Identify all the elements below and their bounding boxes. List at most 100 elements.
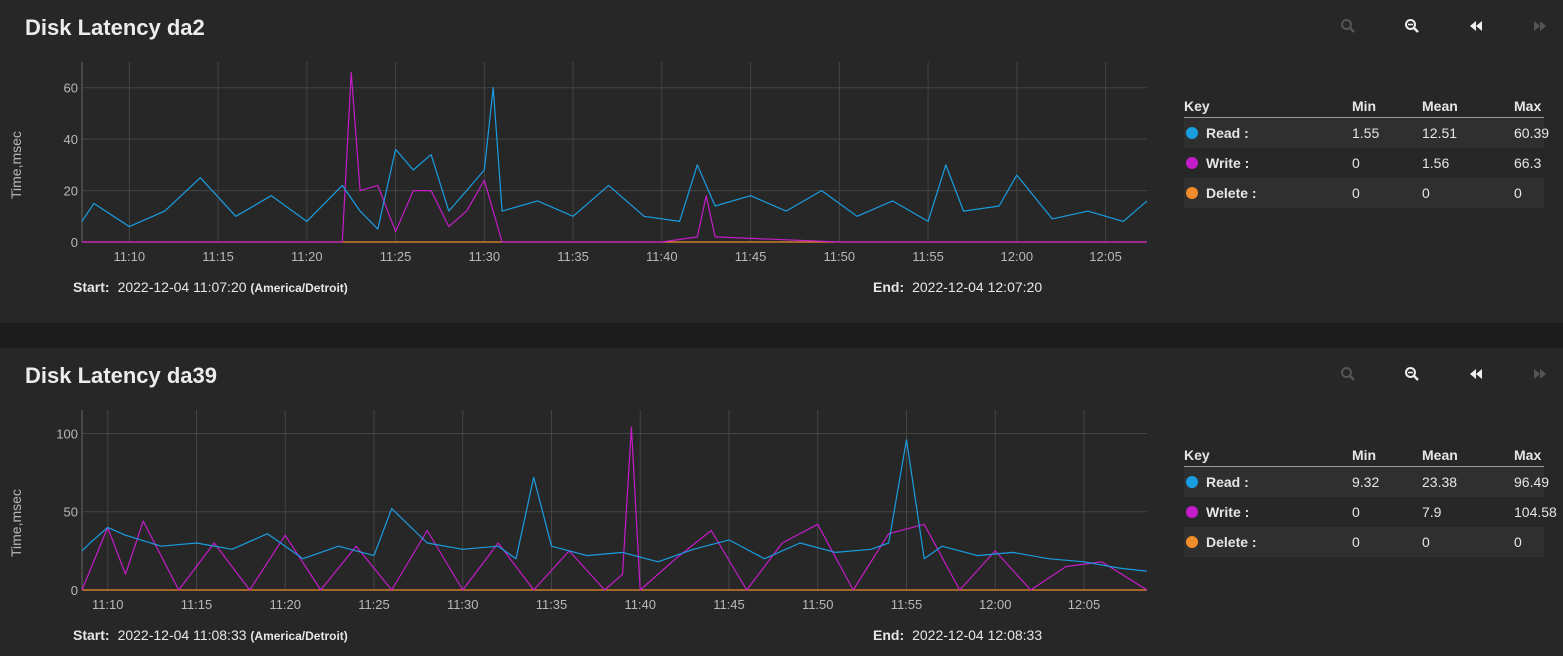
- legend-header-min: Min: [1352, 447, 1377, 463]
- x-tick-label: 11:30: [447, 597, 479, 612]
- x-tick-label: 11:20: [291, 249, 323, 264]
- delete-color-dot: [1186, 536, 1198, 548]
- chart-toolbar: [1330, 18, 1555, 42]
- legend-row-read[interactable]: Read : 9.32 23.38 96.49: [1184, 467, 1550, 497]
- y-tick-label: 40: [64, 132, 78, 147]
- step-forward-button[interactable]: [1526, 18, 1554, 42]
- x-tick-label: 11:10: [114, 249, 146, 264]
- x-tick-label: 11:55: [912, 249, 944, 264]
- chart-panel-da2: Disk Latency da2 Time,msec 0 20 40 60 11:10 1…: [0, 0, 1563, 323]
- x-tick-label: 11:50: [824, 249, 856, 264]
- legend-header-max: Max: [1514, 98, 1542, 114]
- x-tick-label: 12:05: [1089, 249, 1122, 264]
- x-tick-label: 11:35: [536, 597, 568, 612]
- legend-header-min: Min: [1352, 98, 1377, 114]
- legend-key: Read :: [1206, 125, 1249, 141]
- legend-max: 66.3: [1514, 155, 1542, 171]
- legend-mean: 23.38: [1422, 474, 1458, 490]
- legend-min: 0: [1352, 155, 1360, 171]
- legend-header-mean: Mean: [1422, 447, 1458, 463]
- zoom-in-button[interactable]: [1334, 18, 1362, 42]
- zoom-out-button[interactable]: [1398, 366, 1426, 390]
- legend-mean: 12.51: [1422, 125, 1458, 141]
- legend-min: 1.55: [1352, 125, 1380, 141]
- end-value: 2022-12-04 12:07:20: [912, 279, 1043, 295]
- start-value: 2022-12-04 11:08:33: [117, 627, 247, 643]
- legend-key: Delete :: [1206, 185, 1257, 201]
- legend-row-read[interactable]: Read : 1.55 12.51 60.39: [1184, 118, 1550, 148]
- start-value: 2022-12-04 11:07:20: [117, 279, 247, 295]
- legend-min: 0: [1352, 504, 1360, 520]
- x-tick-label: 11:35: [557, 249, 589, 264]
- step-back-icon: [1470, 369, 1482, 379]
- legend-min: 9.32: [1352, 474, 1380, 490]
- legend-max: 0: [1514, 534, 1522, 550]
- zoom-in-button[interactable]: [1334, 366, 1362, 390]
- start-label: Start:: [73, 627, 110, 643]
- y-tick-label: 60: [64, 81, 78, 96]
- y-tick-label: 0: [71, 583, 78, 598]
- step-back-button[interactable]: [1462, 18, 1490, 42]
- legend-table: Key Min Mean Max Read : 1.55 12.51 60.39…: [1184, 95, 1550, 208]
- end-label: End:: [873, 627, 905, 643]
- legend-mean: 0: [1422, 185, 1430, 201]
- legend-header: Key Min Mean Max: [1184, 444, 1544, 467]
- y-tick-label: 100: [56, 426, 78, 441]
- write-color-dot: [1186, 506, 1198, 518]
- series-line-read: [81, 87, 1148, 230]
- legend-row-write[interactable]: Write : 0 1.56 66.3: [1184, 148, 1544, 178]
- end-time: End: 2022-12-04 12:08:33: [873, 627, 1042, 643]
- x-tick-label: 11:40: [646, 249, 678, 264]
- legend-key: Read :: [1206, 474, 1249, 490]
- legend-key: Delete :: [1206, 534, 1257, 550]
- series-line-write: [81, 426, 1148, 591]
- x-tick-label: 11:55: [891, 597, 923, 612]
- x-tick-label: 11:20: [269, 597, 301, 612]
- x-tick-label: 11:40: [624, 597, 656, 612]
- x-tick-label: 12:00: [979, 597, 1012, 612]
- delete-color-dot: [1186, 187, 1198, 199]
- timezone: (America/Detroit): [250, 281, 348, 295]
- legend-row-delete[interactable]: Delete : 0 0 0: [1184, 527, 1544, 557]
- legend-row-delete[interactable]: Delete : 0 0 0: [1184, 178, 1544, 208]
- zoom-out-button[interactable]: [1398, 18, 1426, 42]
- legend-min: 0: [1352, 534, 1360, 550]
- timezone: (America/Detroit): [250, 629, 348, 643]
- series-line-read: [81, 439, 1148, 572]
- legend-max: 96.49: [1514, 474, 1550, 490]
- x-tick-label: 12:05: [1068, 597, 1101, 612]
- x-tick-label: 11:45: [735, 249, 767, 264]
- latency-chart-da39: 0 50 100 11:10 11:15 11:20 11:25 11:30 11:35 11:4…: [56, 410, 1148, 612]
- chart-panel-da39: Disk Latency da39 Time,msec 0 50 100 11:10 1…: [0, 348, 1563, 656]
- x-tick-label: 11:10: [92, 597, 124, 612]
- x-tick-label: 11:15: [202, 249, 234, 264]
- y-tick-label: 0: [71, 235, 78, 250]
- x-tick-label: 11:15: [181, 597, 213, 612]
- legend-key: Write :: [1206, 155, 1250, 171]
- zoom-in-icon: [1341, 367, 1355, 381]
- start-label: Start:: [73, 279, 110, 295]
- legend-mean: 7.9: [1422, 504, 1442, 520]
- zoom-out-icon: [1405, 367, 1419, 381]
- step-forward-button[interactable]: [1526, 366, 1554, 390]
- legend-max: 60.39: [1514, 125, 1550, 141]
- x-tick-label: 11:25: [380, 249, 412, 264]
- zoom-in-icon: [1341, 19, 1355, 33]
- legend-min: 0: [1352, 185, 1360, 201]
- legend-row-write[interactable]: Write : 0 7.9 104.58: [1184, 497, 1557, 527]
- x-tick-label: 11:50: [802, 597, 834, 612]
- step-forward-icon: [1534, 369, 1546, 379]
- x-tick-label: 11:25: [358, 597, 390, 612]
- legend-header: Key Min Mean Max: [1184, 95, 1544, 118]
- legend-key: Write :: [1206, 504, 1250, 520]
- end-label: End:: [873, 279, 905, 295]
- step-back-button[interactable]: [1462, 366, 1490, 390]
- read-color-dot: [1186, 127, 1198, 139]
- end-value: 2022-12-04 12:08:33: [912, 627, 1043, 643]
- end-time: End: 2022-12-04 12:07:20: [873, 279, 1042, 295]
- zoom-out-icon: [1405, 19, 1419, 33]
- y-tick-label: 50: [64, 505, 78, 520]
- legend-header-mean: Mean: [1422, 98, 1458, 114]
- x-tick-label: 11:45: [713, 597, 745, 612]
- legend-max: 104.58: [1514, 504, 1557, 520]
